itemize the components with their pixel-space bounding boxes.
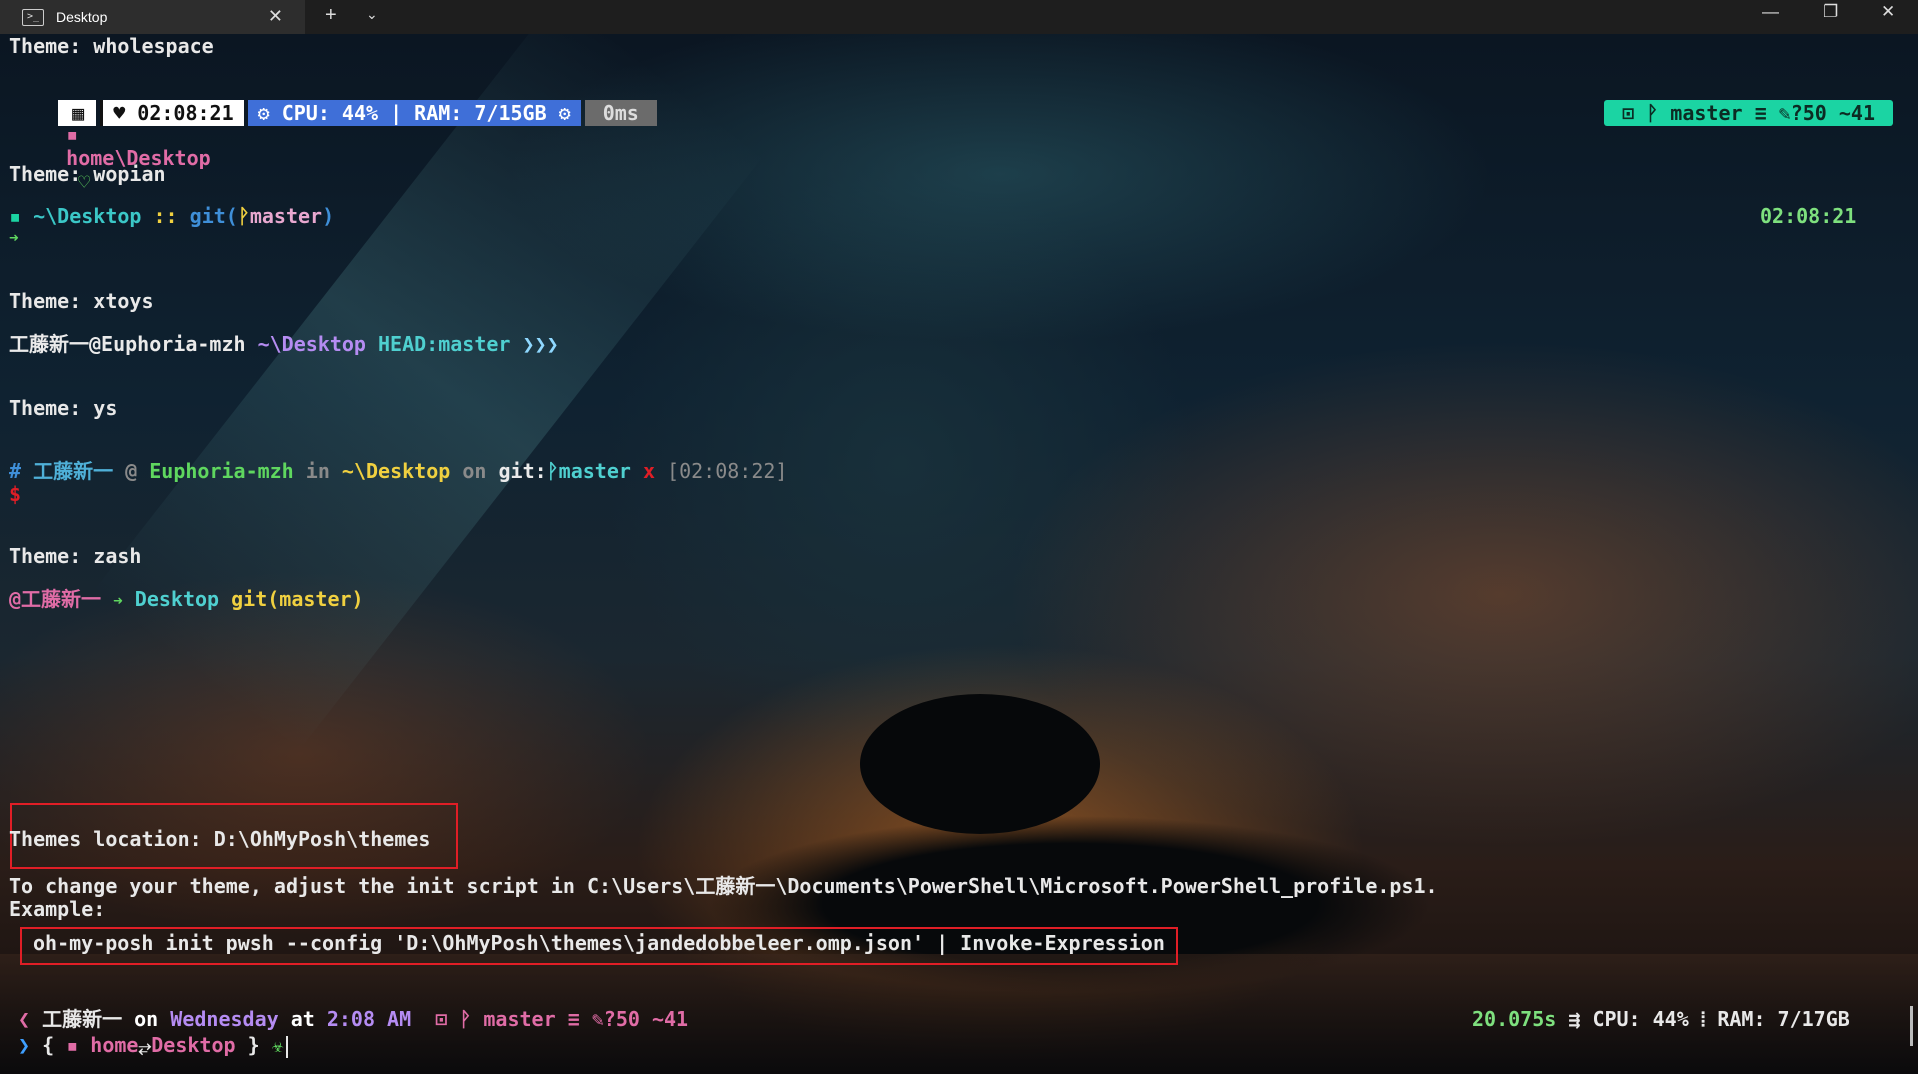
git-branch-icon: ᚹ <box>459 1007 472 1031</box>
zash-git-suffix: ) <box>351 587 364 611</box>
current-prompt-right: 20.075s ⇶ CPU: 44% ⦙ RAM: 7/17GB <box>1472 1007 1850 1031</box>
ys-dollar: $ <box>9 482 22 506</box>
prompt-on: on <box>134 1007 159 1031</box>
wopian-separator: :: <box>153 204 178 228</box>
ys-user: 工藤新一 <box>33 459 114 483</box>
current-prompt-line-1: ❮ 工藤新一 on Wednesday at 2:08 AM ⊡ ᚹ maste… <box>18 1007 688 1031</box>
ys-host: Euphoria-mzh <box>149 459 294 483</box>
wopian-prompt-line: ▪ ~\Desktop :: git(ᚹmaster) <box>9 204 334 228</box>
xtoys-git: HEAD:master <box>378 332 511 356</box>
biohazard-icon: ☣ <box>271 1033 284 1057</box>
ys-branch: master <box>558 459 631 483</box>
new-tab-button[interactable]: + <box>325 4 337 27</box>
prompt-user: 工藤新一 <box>42 1007 123 1031</box>
zash-branch: master <box>279 587 352 611</box>
prompt-cpu: CPU: 44% <box>1592 1007 1689 1031</box>
powershell-icon: >_ <box>22 8 44 26</box>
prompt-day: Wednesday <box>170 1007 279 1031</box>
ram-separator-icon: ⦙ <box>1700 1007 1706 1031</box>
theme-label-xtoys: Theme: xtoys <box>9 289 154 313</box>
chevron-left-icon: ❮ <box>18 1007 31 1031</box>
xtoys-path: ~\Desktop <box>257 332 366 356</box>
wholespace-git-status: ⊡ ᚹ master ≡ ✎?50 ~41 <box>1556 76 1893 126</box>
zash-git-prefix: git( <box>231 587 280 611</box>
prompt-changes: ✎?50 ~41 <box>591 1007 689 1031</box>
prompt-desktop: Desktop <box>151 1033 236 1057</box>
text-cursor[interactable] <box>285 1035 288 1058</box>
wopian-arrow-icon: ➜ <box>9 228 19 247</box>
wopian-git-suffix: ) <box>322 204 335 228</box>
xtoys-prompt-line: 工藤新一@Euphoria-mzh ~\Desktop HEAD:master … <box>9 332 559 356</box>
git-branch-icon: ᚹ <box>237 204 250 228</box>
ys-at: @ <box>125 459 138 483</box>
ys-on: on <box>462 459 487 483</box>
ys-dirty-mark: x <box>642 459 655 483</box>
example-label: Example: <box>9 897 106 921</box>
wopian-time: 02:08:21 <box>1760 204 1857 228</box>
ys-in: in <box>305 459 330 483</box>
xtoys-chevrons-icon: ❯❯❯ <box>522 332 559 356</box>
maximize-button[interactable]: ❐ <box>1823 2 1838 22</box>
tab-title: Desktop <box>56 9 108 25</box>
zash-arrow-icon: ➜ <box>113 591 123 610</box>
tab-close-icon[interactable]: ✕ <box>268 6 283 27</box>
window-title-bar: >_ Desktop ✕ + ⌄ — ❐ ✕ <box>0 0 1918 34</box>
example-command[interactable]: oh-my-posh init pwsh --config 'D:\OhMyPo… <box>33 927 1165 959</box>
current-prompt-line-2[interactable]: ❯ { ▪ home⥂Desktop } ☣ <box>18 1033 288 1059</box>
tab-dropdown-chevron-down-icon[interactable]: ⌄ <box>366 6 378 23</box>
xtoys-user-host: 工藤新一@Euphoria-mzh <box>9 332 246 356</box>
cpu-icon: ⇶ <box>1568 1007 1581 1031</box>
close-window-button[interactable]: ✕ <box>1881 2 1895 22</box>
theme-label-zash: Theme: zash <box>9 544 142 568</box>
windows-icon: ▪ <box>9 204 22 228</box>
ys-hash: # <box>9 459 22 483</box>
ys-time: [02:08:22] <box>667 459 788 483</box>
prompt-branch: master <box>483 1007 556 1031</box>
tab-desktop[interactable]: >_ Desktop ✕ <box>0 0 305 34</box>
folder-icon: ▪ <box>66 122 79 146</box>
prompt-at: at <box>290 1007 315 1031</box>
wopian-path: ~\Desktop <box>33 204 142 228</box>
ys-path: ~\Desktop <box>341 459 451 483</box>
wopian-git-prefix: git( <box>189 204 238 228</box>
zash-prompt-line: @工藤新一 ➜ Desktop git(master) <box>9 587 364 613</box>
wopian-git-branch: master <box>249 204 323 228</box>
chevron-right-icon: ❯ <box>18 1033 31 1057</box>
ys-git: git: <box>498 459 547 483</box>
theme-label-wholespace: Theme: wholespace <box>9 34 214 58</box>
zash-user: @工藤新一 <box>9 587 102 611</box>
git-status-icon: ≡ <box>567 1007 580 1031</box>
wholespace-path-line: ▪ home\Desktop ♡ <box>18 98 211 218</box>
scrollbar-thumb[interactable] <box>1910 1006 1913 1046</box>
git-branch-icon: ᚹ <box>546 459 559 483</box>
prompt-exec-time: 20.075s <box>1472 1007 1557 1031</box>
brace-open: { <box>42 1033 55 1057</box>
terminal-output[interactable]: Theme: wholespace ▦ ♥ 02:08:21 ⚙ CPU: 44% … <box>0 34 1918 1074</box>
wholespace-exec-time: 0ms <box>584 100 657 126</box>
zash-path: Desktop <box>134 587 220 611</box>
themes-location: Themes location: D:\OhMyPosh\themes <box>9 827 431 851</box>
prompt-ram: RAM: 7/17GB <box>1717 1007 1850 1031</box>
folder-icon: ▪ <box>66 1033 79 1057</box>
prompt-time: 2:08 AM <box>326 1007 412 1031</box>
theme-label-wopian: Theme: wopian <box>9 162 166 186</box>
brace-close: } <box>247 1033 260 1057</box>
wholespace-system-stats: ⚙ CPU: 44% | RAM: 7/15GB ⚙ <box>247 100 581 126</box>
theme-label-ys: Theme: ys <box>9 396 118 420</box>
git-icon: ⊡ <box>435 1007 448 1031</box>
minimize-button[interactable]: — <box>1762 2 1779 22</box>
prompt-home: home <box>90 1033 139 1057</box>
path-separator-icon: ⥂ <box>138 1037 152 1056</box>
change-theme-text: To change your theme, adjust the init sc… <box>9 874 1438 898</box>
ys-prompt-line: # 工藤新一 @ Euphoria-mzh in ~\Desktop on gi… <box>9 459 787 483</box>
